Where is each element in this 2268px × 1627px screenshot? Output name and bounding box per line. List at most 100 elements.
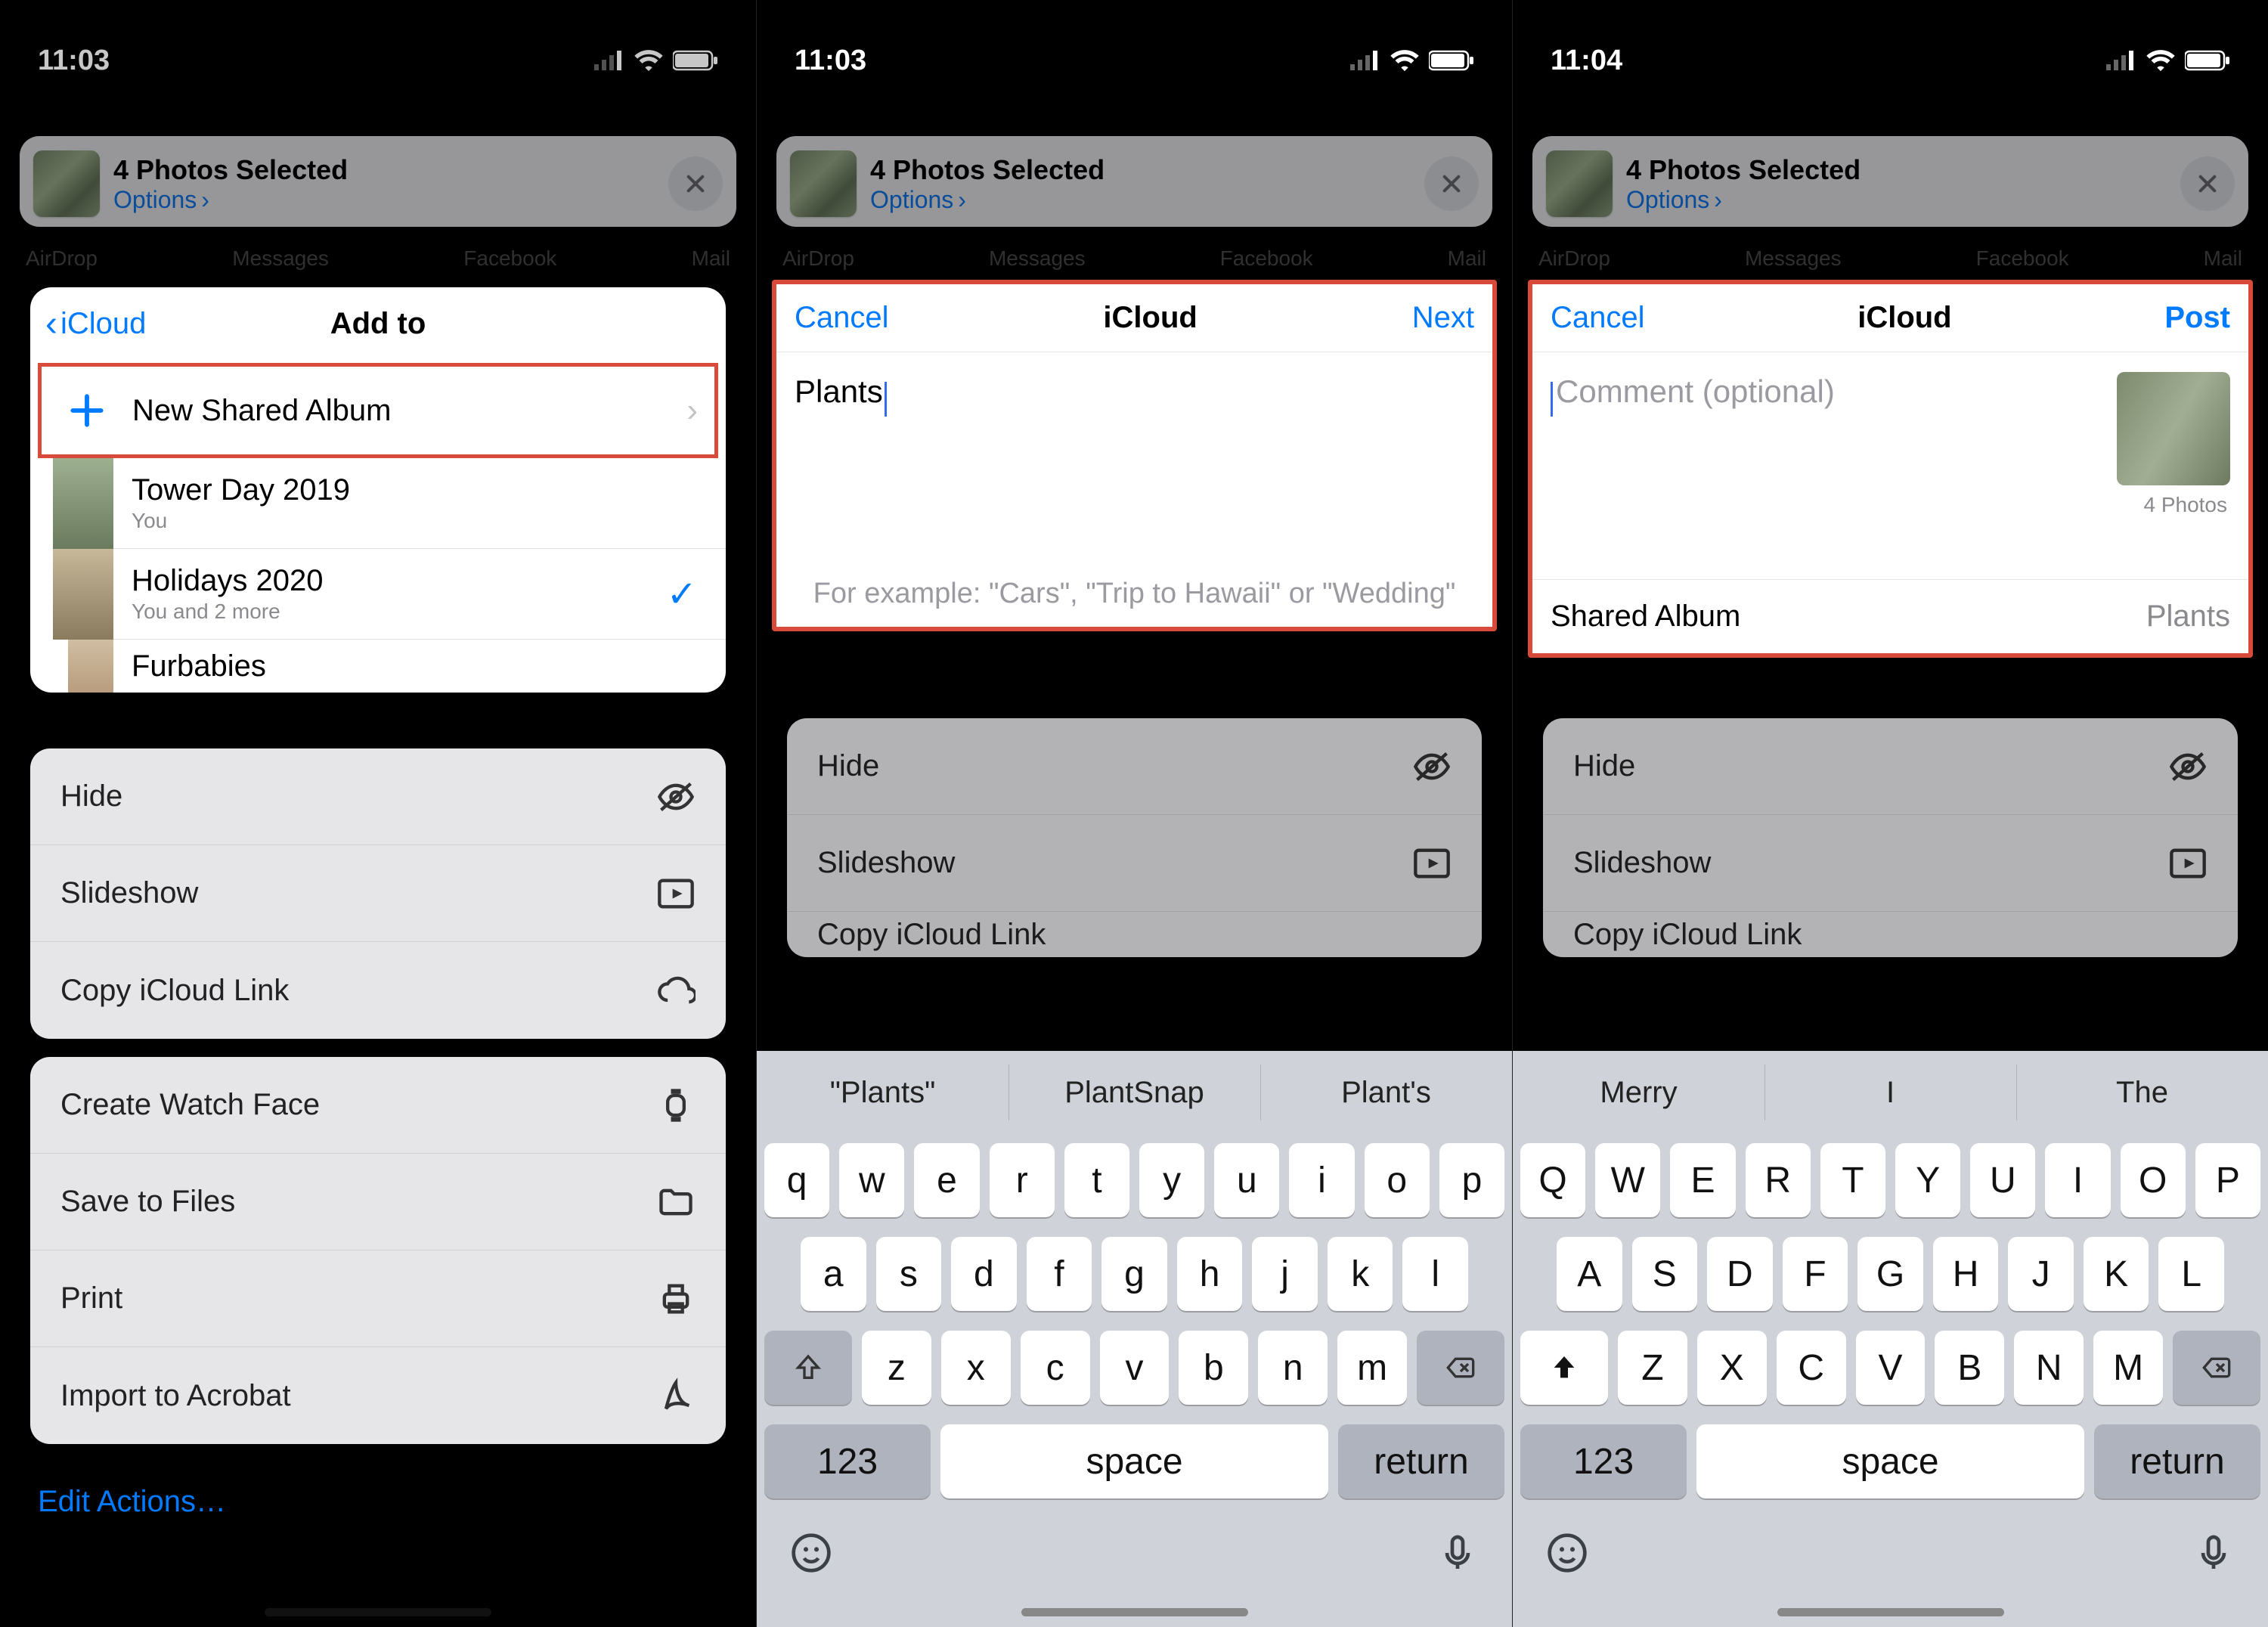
emoji-key[interactable] [790, 1532, 832, 1574]
album-row[interactable]: Tower Day 2019You [68, 458, 726, 549]
action-copy-link[interactable]: Copy iCloud Link [787, 912, 1482, 957]
action-save-files[interactable]: Save to Files [30, 1154, 726, 1250]
comment-input[interactable]: Comment (optional) 4 Photos [1532, 352, 2248, 579]
action-hide[interactable]: Hide [1543, 718, 2238, 815]
cancel-button[interactable]: Cancel [1551, 301, 1645, 335]
edit-actions-link[interactable]: Edit Actions… [30, 1462, 726, 1542]
key-k[interactable]: k [1328, 1237, 1393, 1311]
shift-key[interactable] [1520, 1331, 1608, 1405]
key-j[interactable]: J [2008, 1237, 2074, 1311]
key-w[interactable]: W [1595, 1143, 1660, 1217]
key-h[interactable]: h [1177, 1237, 1243, 1311]
shift-key[interactable] [764, 1331, 852, 1405]
key-y[interactable]: Y [1895, 1143, 1960, 1217]
numbers-key[interactable]: 123 [1520, 1424, 1687, 1498]
space-key[interactable]: space [1696, 1424, 2084, 1498]
post-button[interactable]: Post [2164, 301, 2230, 335]
close-button[interactable] [668, 157, 723, 211]
action-watch-face[interactable]: Create Watch Face [30, 1057, 726, 1154]
prediction[interactable]: "Plants" [757, 1051, 1009, 1134]
album-row[interactable]: Holidays 2020You and 2 more ✓ [68, 549, 726, 640]
prediction[interactable]: The [2016, 1051, 2268, 1134]
key-k[interactable]: K [2084, 1237, 2149, 1311]
key-a[interactable]: a [801, 1237, 866, 1311]
key-n[interactable]: n [1258, 1331, 1328, 1405]
key-r[interactable]: r [990, 1143, 1055, 1217]
key-r[interactable]: R [1746, 1143, 1811, 1217]
key-y[interactable]: y [1139, 1143, 1204, 1217]
key-u[interactable]: U [1970, 1143, 2035, 1217]
app-airdrop[interactable]: AirDrop [26, 246, 98, 271]
app-mail[interactable]: Mail [2204, 246, 2242, 271]
app-messages[interactable]: Messages [232, 246, 329, 271]
key-s[interactable]: S [1632, 1237, 1698, 1311]
key-o[interactable]: O [2121, 1143, 2186, 1217]
key-p[interactable]: P [2195, 1143, 2260, 1217]
action-slideshow[interactable]: Slideshow [30, 845, 726, 942]
new-shared-album-row[interactable]: New Shared Album › [42, 367, 714, 454]
key-t[interactable]: t [1064, 1143, 1129, 1217]
key-z[interactable]: z [862, 1331, 931, 1405]
close-button[interactable] [2180, 157, 2235, 211]
dictation-key[interactable] [1436, 1532, 1479, 1574]
shared-album-row[interactable]: Shared Album Plants [1532, 579, 2248, 653]
key-x[interactable]: x [941, 1331, 1011, 1405]
app-airdrop[interactable]: AirDrop [782, 246, 854, 271]
key-t[interactable]: T [1820, 1143, 1885, 1217]
options-link[interactable]: Options› [113, 186, 668, 214]
cancel-button[interactable]: Cancel [795, 301, 889, 335]
key-v[interactable]: V [1856, 1331, 1926, 1405]
return-key[interactable]: return [1338, 1424, 1504, 1498]
backspace-key[interactable] [2173, 1331, 2260, 1405]
app-facebook[interactable]: Facebook [463, 246, 556, 271]
numbers-key[interactable]: 123 [764, 1424, 931, 1498]
action-slideshow[interactable]: Slideshow [787, 815, 1482, 912]
prediction[interactable]: PlantSnap [1009, 1051, 1260, 1134]
key-v[interactable]: v [1100, 1331, 1170, 1405]
return-key[interactable]: return [2094, 1424, 2260, 1498]
app-mail[interactable]: Mail [692, 246, 730, 271]
album-row[interactable]: Furbabies [68, 640, 726, 693]
key-i[interactable]: I [2045, 1143, 2110, 1217]
key-n[interactable]: N [2014, 1331, 2084, 1405]
key-l[interactable]: L [2158, 1237, 2224, 1311]
album-name-input[interactable]: Plants [776, 352, 1492, 564]
app-airdrop[interactable]: AirDrop [1538, 246, 1610, 271]
key-f[interactable]: F [1783, 1237, 1848, 1311]
emoji-key[interactable] [1546, 1532, 1588, 1574]
key-w[interactable]: w [839, 1143, 904, 1217]
home-indicator[interactable] [1777, 1608, 2004, 1616]
key-z[interactable]: Z [1618, 1331, 1687, 1405]
prediction[interactable]: I [1765, 1051, 2016, 1134]
prediction[interactable]: Plant's [1260, 1051, 1512, 1134]
key-m[interactable]: m [1337, 1331, 1407, 1405]
key-d[interactable]: D [1707, 1237, 1773, 1311]
app-mail[interactable]: Mail [1448, 246, 1486, 271]
key-f[interactable]: f [1027, 1237, 1092, 1311]
prediction[interactable]: Merry [1513, 1051, 1765, 1134]
action-print[interactable]: Print [30, 1250, 726, 1347]
app-facebook[interactable]: Facebook [1220, 246, 1313, 271]
key-s[interactable]: s [876, 1237, 942, 1311]
key-o[interactable]: o [1365, 1143, 1430, 1217]
backspace-key[interactable] [1417, 1331, 1504, 1405]
action-copy-link[interactable]: Copy iCloud Link [30, 942, 726, 1039]
action-import-acrobat[interactable]: Import to Acrobat [30, 1347, 726, 1444]
action-hide[interactable]: Hide [787, 718, 1482, 815]
action-slideshow[interactable]: Slideshow [1543, 815, 2238, 912]
key-g[interactable]: G [1857, 1237, 1923, 1311]
options-link[interactable]: Options› [1626, 186, 2180, 214]
key-l[interactable]: l [1402, 1237, 1468, 1311]
key-e[interactable]: e [914, 1143, 979, 1217]
key-c[interactable]: C [1777, 1331, 1846, 1405]
app-messages[interactable]: Messages [989, 246, 1086, 271]
next-button[interactable]: Next [1412, 301, 1474, 335]
home-indicator[interactable] [1021, 1608, 1248, 1616]
action-copy-link[interactable]: Copy iCloud Link [1543, 912, 2238, 957]
key-u[interactable]: u [1214, 1143, 1279, 1217]
app-facebook[interactable]: Facebook [1976, 246, 2069, 271]
key-h[interactable]: H [1933, 1237, 1999, 1311]
close-button[interactable] [1424, 157, 1479, 211]
key-e[interactable]: E [1670, 1143, 1735, 1217]
key-g[interactable]: g [1101, 1237, 1167, 1311]
